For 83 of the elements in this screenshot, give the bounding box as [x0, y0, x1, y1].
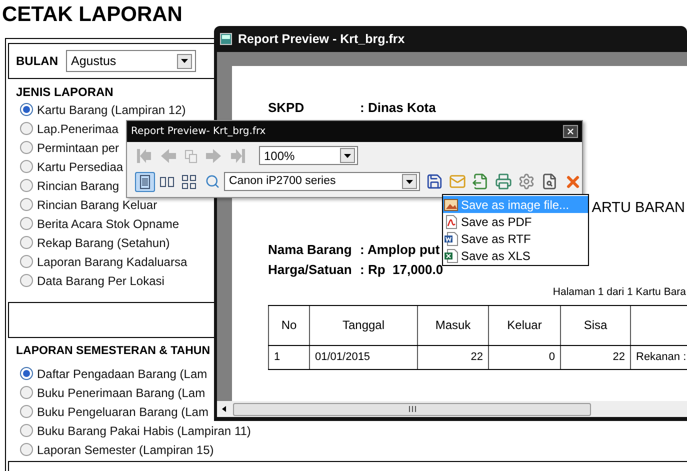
save-icon[interactable] [426, 173, 443, 190]
preview-icon[interactable] [541, 173, 558, 190]
dropdown-button[interactable] [340, 148, 355, 163]
radio-button[interactable] [20, 274, 33, 287]
window-title: Report Preview- Krt_brg.frx [131, 125, 266, 139]
settings-icon[interactable] [518, 173, 535, 190]
table-cell-text: Rekanan : [636, 350, 686, 365]
table-cell-text: 22 [470, 350, 483, 365]
field-value: : Dinas Kota [360, 99, 436, 114]
export-icon[interactable] [472, 173, 489, 190]
zoom-select[interactable]: 100% [259, 146, 358, 165]
radio-label[interactable]: Kartu Persediaa [37, 158, 124, 176]
search-icon[interactable] [205, 174, 220, 189]
radio-label[interactable]: Laporan Semester (Lampiran 15) [37, 440, 214, 458]
caret-icon [181, 59, 188, 63]
radio-button[interactable] [20, 367, 33, 380]
radio-button[interactable] [20, 198, 33, 211]
column-header: Sisa [584, 317, 608, 334]
radio-label[interactable]: Lap.Penerimaa [37, 120, 118, 138]
month-select[interactable]: Agustus [66, 50, 196, 72]
radio-label[interactable]: Buku Penerimaan Barang (Lam [37, 384, 206, 402]
column-header: Tanggal [342, 317, 385, 334]
dropdown-button[interactable] [177, 54, 192, 68]
radio-label[interactable]: Rekap Barang (Setahun) [37, 234, 170, 252]
report-heading: ARTU BARAN [592, 199, 685, 218]
field-label: Nama Barang [268, 241, 353, 259]
caret-icon [406, 180, 413, 184]
menu-item[interactable]: Save as RTF [443, 230, 588, 247]
window-title: Report Preview - Krt_brg.frx [238, 30, 405, 48]
radio-button[interactable] [20, 103, 33, 116]
page-info: Halaman 1 dari 1 Kartu Bara [552, 284, 686, 300]
radio-label[interactable]: Permintaan per [37, 138, 120, 156]
radio-label[interactable]: Rincian Barang Keluar [37, 196, 158, 214]
menu-item[interactable]: Save as XLS [443, 247, 588, 264]
radio-button[interactable] [20, 424, 33, 437]
email-icon[interactable] [449, 173, 466, 190]
print-icon[interactable] [495, 173, 512, 190]
section-heading: LAPORAN SEMESTERAN & TAHUN [16, 344, 210, 359]
close-button[interactable] [563, 125, 578, 138]
radio-button[interactable] [20, 160, 33, 173]
radio-label[interactable]: Berita Acara Stok Opname [37, 214, 180, 232]
radio-label[interactable]: Data Barang Per Lokasi [37, 272, 164, 290]
table-cell-text: 1 [274, 350, 280, 365]
field-value: : Rp 17,000.0 [360, 261, 444, 279]
close-icon [566, 127, 575, 136]
menu-item[interactable]: Save as PDF [443, 213, 588, 230]
field-label: SKPD [268, 99, 306, 114]
scrollbar-thumb[interactable] [233, 402, 591, 416]
four-pages-icon [180, 172, 198, 190]
table-cell-text: 01/01/2015 [315, 350, 370, 365]
dropdown-button[interactable] [402, 174, 417, 189]
table-cell-text: 22 [612, 350, 625, 365]
page-title: CETAK LAPORAN [1, 2, 184, 27]
radio-label[interactable]: Buku Pengeluaran Barang (Lam [37, 402, 208, 420]
horizontal-scrollbar[interactable] [217, 401, 687, 417]
radio-button[interactable] [20, 236, 33, 249]
radio-button[interactable] [20, 122, 33, 135]
single-page-view-button[interactable] [135, 172, 155, 192]
radio-button[interactable] [20, 141, 33, 154]
field-label: Harga/Satuan [268, 261, 353, 279]
radio-button[interactable] [20, 443, 33, 456]
field-value: : Amplop put [360, 241, 440, 259]
radio-button[interactable] [20, 386, 33, 399]
picture-icon [444, 198, 458, 212]
radio-button[interactable] [20, 217, 33, 230]
radio-label[interactable]: Daftar Pengadaan Barang (Lam [37, 364, 208, 382]
section-heading: JENIS LAPORAN [16, 85, 114, 100]
radio-button[interactable] [20, 179, 33, 192]
column-header: Keluar [507, 317, 542, 334]
radio-label[interactable]: Laporan Barang Kadaluarsa [37, 252, 188, 270]
caret-icon [344, 154, 351, 158]
radio-label[interactable]: Kartu Barang (Lampiran 12) [37, 100, 186, 118]
radio-button[interactable] [20, 255, 33, 268]
radio-button[interactable] [20, 405, 33, 418]
column-header: No [281, 317, 297, 334]
radio-label[interactable]: Rincian Barang [37, 176, 120, 194]
month-label: BULAN [16, 53, 58, 70]
printer-select[interactable]: Canon iP2700 series [224, 172, 420, 191]
column-header: Masuk [435, 317, 471, 334]
app-icon [220, 33, 232, 45]
radio-label[interactable]: Buku Barang Pakai Habis (Lampiran 11) [37, 422, 251, 440]
table-cell-text: 0 [548, 350, 555, 365]
grip-icon [408, 406, 416, 412]
